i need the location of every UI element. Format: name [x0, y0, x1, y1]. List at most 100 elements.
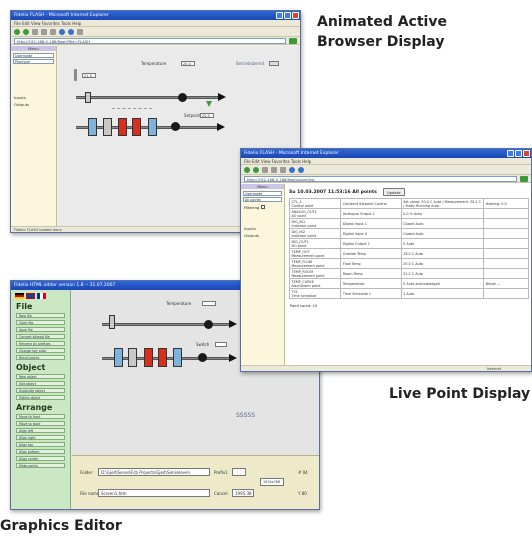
editor-cooling-coil-icon [173, 348, 182, 367]
edit-object-button[interactable]: Edit object [16, 380, 65, 386]
maximize-icon[interactable] [515, 150, 522, 157]
table-row[interactable]: CTL_1 Control point Constant Setpoint Cont… [288, 198, 529, 209]
table-row[interactable]: TEMP_FLOW Measurement point Flow Temp 20.0 … [288, 258, 529, 269]
favorites-icon[interactable] [68, 28, 74, 35]
update-button[interactable]: Update [382, 188, 405, 196]
editor-recovery-icon [128, 348, 137, 367]
point-desc-cell-text: Temperature [342, 281, 365, 286]
point-desc-cell-text: Digital Output 1 [342, 241, 370, 246]
resolution-select[interactable]: 1024x768 [260, 478, 284, 486]
table-row[interactable]: TEMP_CURVE Alert/Alarm point Temperature 0 … [288, 278, 529, 289]
filtering-row: Filtering [241, 204, 284, 211]
live-sidebar-item-outputs[interactable]: Outputs [241, 232, 284, 239]
live-go-button[interactable] [520, 175, 528, 182]
delete-object-button[interactable]: Delete object [16, 394, 65, 400]
live-usermode-select[interactable]: Usermode [243, 190, 282, 196]
live-status-text: Internet [486, 367, 501, 371]
plantype-select[interactable]: Plantype [13, 59, 54, 64]
convert-bitmap-button[interactable]: Convert bitmap file [16, 333, 65, 339]
folder-input[interactable]: D:\Gjeit\Sense\Fcb Projects\Gjeit\Sensel… [98, 468, 210, 476]
table-row[interactable]: TEMP_OUT Measurement point Outside Temp 18.… [288, 248, 529, 259]
live-menubar[interactable]: File Edit View Favorites Tools Help [241, 158, 531, 165]
heating-coil-icon [118, 118, 127, 136]
flag-gb-icon[interactable] [26, 293, 35, 299]
align-right-button[interactable]: Align right [16, 434, 65, 440]
usermode-select[interactable]: Usermode [13, 52, 54, 58]
back-icon[interactable] [244, 166, 250, 173]
point-type-text: Alert/Alarm point [291, 283, 321, 288]
live-titlebar[interactable]: Fidelio FLASH - Microsoft Internet Explo… [241, 149, 531, 158]
forward-icon[interactable] [23, 28, 29, 35]
sidebar-item-inputs[interactable]: Inputs [11, 94, 56, 101]
align-center-button[interactable]: Align center [16, 455, 65, 461]
cancel-value-field[interactable]: 1995.38 [232, 489, 254, 497]
point-value-cell-text: 0 Auto [403, 241, 415, 246]
damper-icon [85, 92, 91, 103]
stop-icon[interactable] [32, 28, 38, 35]
table-row[interactable]: DIG_IN2 Indicator point Digital Input 0 Clo… [288, 228, 529, 239]
minimize-icon[interactable] [507, 150, 514, 157]
point-desc-cell: Constant Setpoint Control [340, 198, 402, 209]
editor-damper-icon [109, 315, 115, 329]
table-row[interactable]: TEMP_ROOM Measurement point Room Temp 22.2 … [288, 268, 529, 279]
stop-icon[interactable] [262, 166, 268, 173]
rename-button[interactable]: Rename by prefixes [16, 340, 65, 346]
home-icon[interactable] [280, 166, 286, 173]
align-left-button[interactable]: Align left [16, 427, 65, 433]
cooling-coil-icon [148, 118, 157, 136]
search-icon[interactable] [289, 166, 295, 173]
open-file-button[interactable]: Open file [16, 319, 65, 325]
align-bottom-button[interactable]: Align bottom [16, 448, 65, 454]
filter-icon [88, 118, 97, 136]
change-key-color-button[interactable]: Change key color [16, 347, 65, 353]
point-value-cell: Closed Auto [400, 218, 485, 229]
new-file-button[interactable]: New file [16, 312, 65, 318]
table-row[interactable]: ANALOG_OUT1 AO point Analogue Output 1 0.0 … [288, 208, 529, 219]
flag-fr-icon[interactable] [37, 293, 46, 299]
close-icon[interactable] [292, 12, 299, 19]
supply-fan-icon [178, 93, 187, 102]
filename-input[interactable]: Screen1.htm [98, 489, 210, 497]
recall-points-button[interactable]: Recall points [16, 354, 65, 360]
browser-titlebar[interactable]: Fidelio FLASH - Microsoft Internet Explo… [11, 11, 300, 20]
print-icon[interactable] [77, 28, 83, 35]
browser-menubar[interactable]: File Edit View Favorites Tools Help [11, 20, 300, 27]
align-top-button[interactable]: Align top [16, 441, 65, 447]
go-button[interactable] [289, 37, 297, 44]
table-row[interactable]: DIG_IN1 Indicator point Digital Input 1 Clo… [288, 218, 529, 229]
minimize-icon[interactable] [276, 12, 283, 19]
forward-icon[interactable] [253, 166, 259, 173]
refresh-icon[interactable] [271, 166, 277, 173]
home-icon[interactable] [50, 28, 56, 35]
table-row[interactable]: DIG_OUT1 DO point Digital Output 1 0 Auto [288, 238, 529, 249]
prefix-input[interactable] [232, 468, 246, 476]
search-icon[interactable] [59, 28, 65, 35]
point-desc-cell: Room Temp [340, 268, 402, 279]
point-type-text: Time schedule [291, 293, 317, 298]
duplicate-object-button[interactable]: Duplicate object [16, 387, 65, 393]
table-row[interactable]: TS1 Time schedule Time Schedule 1 1 Auto [288, 288, 529, 299]
favorites-icon[interactable] [298, 166, 304, 173]
move-front-button[interactable]: Move to front [16, 413, 65, 419]
flag-de-icon[interactable] [15, 293, 24, 299]
save-file-button[interactable]: Save file [16, 326, 65, 332]
live-toolbar [241, 165, 531, 175]
point-type-text: DO point [291, 243, 307, 248]
live-address-input[interactable]: http://192.168.0.188/flash/point/list [244, 175, 517, 182]
close-icon[interactable] [523, 150, 530, 157]
point-value-cell-text: 22.2 C Auto [403, 271, 424, 276]
point-name-cell: TEMP_OUT Measurement point [288, 248, 342, 259]
point-desc-cell-text: Analogue Output 1 [342, 211, 375, 216]
maximize-icon[interactable] [284, 12, 291, 19]
live-sidebar-item-inputs[interactable]: Inputs [241, 225, 284, 232]
sidebar-item-outputs[interactable]: Outputs [11, 101, 56, 108]
refresh-icon[interactable] [41, 28, 47, 35]
back-icon[interactable] [14, 28, 20, 35]
point-value-cell: 1 Auto [400, 288, 485, 299]
make-points-button[interactable]: Make points [16, 462, 65, 468]
live-points-select[interactable]: All points [243, 197, 282, 202]
move-back-button[interactable]: Move to back [16, 420, 65, 426]
filtering-checkbox[interactable] [261, 205, 266, 209]
address-input[interactable]: http://192.168.0.188/flash?file=FLASH [14, 37, 286, 44]
new-object-button[interactable]: New object [16, 373, 65, 379]
